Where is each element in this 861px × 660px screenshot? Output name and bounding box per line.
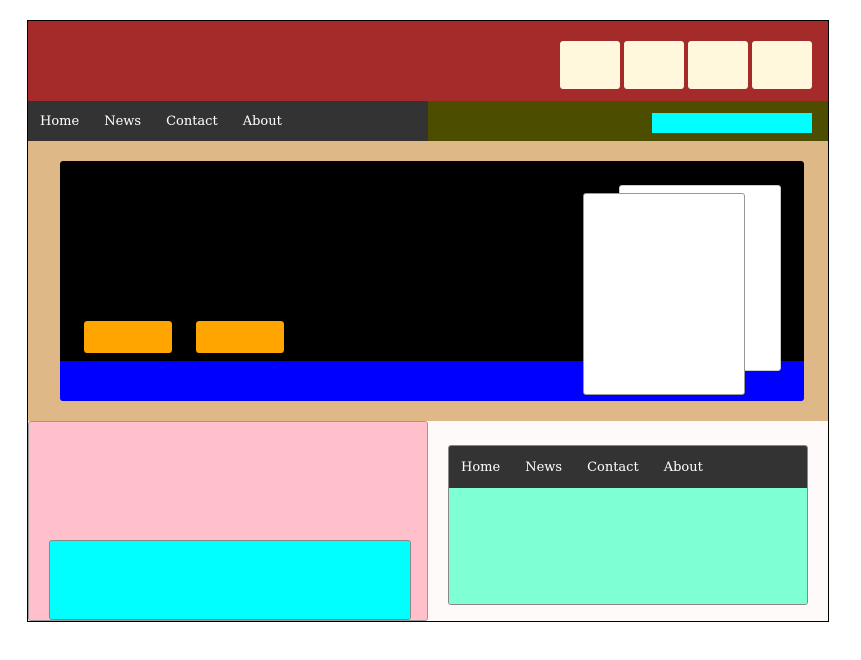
header-tile-2[interactable] — [624, 41, 684, 89]
header-tile-group — [560, 41, 812, 89]
nav-link-home[interactable]: Home — [40, 114, 79, 129]
main-navbar: Home News Contact About — [28, 101, 828, 141]
nav-link-contact[interactable]: Contact — [166, 114, 218, 129]
hero-section — [28, 141, 828, 421]
hero-card-front[interactable] — [583, 193, 745, 395]
inner-card-body — [449, 488, 807, 604]
header-tile-1[interactable] — [560, 41, 620, 89]
inner-nav-link-home[interactable]: Home — [461, 460, 500, 475]
left-panel-box[interactable] — [49, 540, 411, 620]
nav-link-news[interactable]: News — [104, 114, 141, 129]
hero-button-secondary[interactable] — [196, 321, 284, 353]
page-frame: Home News Contact About Home News Contac… — [27, 20, 829, 622]
inner-nav-link-news[interactable]: News — [525, 460, 562, 475]
search-input[interactable] — [652, 113, 812, 133]
hero-banner — [60, 161, 804, 401]
right-panel: Home News Contact About — [428, 421, 828, 621]
nav-right-area — [428, 101, 828, 141]
inner-navbar: Home News Contact About — [449, 446, 807, 488]
inner-card: Home News Contact About — [448, 445, 808, 605]
hero-button-primary[interactable] — [84, 321, 172, 353]
inner-nav-link-contact[interactable]: Contact — [587, 460, 639, 475]
nav-link-about[interactable]: About — [243, 114, 282, 129]
header — [28, 21, 828, 101]
header-tile-4[interactable] — [752, 41, 812, 89]
header-tile-3[interactable] — [688, 41, 748, 89]
inner-nav-link-about[interactable]: About — [664, 460, 703, 475]
main-nav-links: Home News Contact About — [28, 101, 428, 141]
left-panel — [28, 421, 428, 621]
